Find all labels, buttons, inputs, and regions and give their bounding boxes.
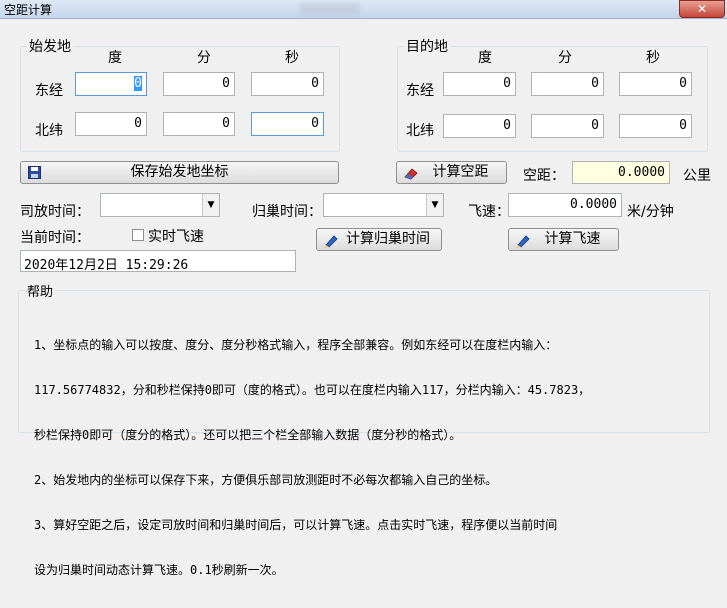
dest-lat-label: 北纬 [406, 123, 434, 139]
release-time-combo[interactable]: ▼ [100, 193, 220, 217]
help-title: 帮助 [27, 285, 54, 300]
calc-return-time-label: 计算归巢时间 [346, 231, 430, 247]
help-line: 1、坐标点的输入可以按度、度分、度分秒格式输入，程序全部兼容。例如东经可以在度栏… [34, 338, 558, 352]
origin-lon-sec-input[interactable]: 0 [251, 72, 324, 96]
dest-lat-min-input[interactable]: 0 [531, 114, 604, 138]
distance-unit: 公里 [683, 168, 711, 184]
calc-distance-label: 计算空距 [432, 164, 489, 180]
help-line: 117.56774832，分和秒栏保持0即可（度的格式）。也可以在度栏内输入11… [34, 383, 591, 397]
window-title: 空距计算 [4, 3, 53, 17]
calc-return-time-button[interactable]: 计算归巢时间 [316, 228, 442, 251]
help-line: 3、算好空距之后，设定司放时间和归巢时间后，可以计算飞速。点击实时飞速，程序便以… [34, 518, 558, 532]
origin-lon-min-input[interactable]: 0 [163, 72, 235, 96]
dest-min-header: 分 [558, 50, 572, 66]
current-time-label: 当前时间： [20, 230, 90, 246]
dest-lat-deg-input[interactable]: 0 [443, 114, 516, 138]
origin-lon-label: 东经 [35, 83, 63, 99]
speed-output: 0.0000 [508, 193, 622, 217]
dest-sec-header: 秒 [646, 50, 660, 66]
origin-lat-min-input[interactable]: 0 [163, 112, 235, 136]
destination-group-title: 目的地 [406, 39, 448, 55]
pencil-icon [516, 235, 530, 248]
dest-deg-header: 度 [478, 50, 492, 66]
realtime-speed-label[interactable]: 实时飞速 [148, 226, 204, 246]
origin-lat-label: 北纬 [35, 123, 63, 139]
blurred-background-text [300, 3, 360, 15]
chevron-down-icon[interactable]: ▼ [426, 194, 443, 216]
current-time-display: 2020年12月2日 15:29:26 [20, 250, 296, 272]
pencil-icon [324, 235, 338, 248]
calc-speed-button[interactable]: 计算飞速 [508, 228, 619, 251]
save-origin-label: 保存始发地坐标 [130, 164, 229, 180]
dest-lon-min-input[interactable]: 0 [531, 72, 604, 96]
close-button[interactable]: ✕ [679, 0, 725, 18]
dest-lon-label: 东经 [406, 83, 434, 99]
release-time-label: 司放时间： [20, 204, 90, 220]
distance-label: 空距： [523, 168, 565, 184]
calc-distance-button[interactable]: 计算空距 [396, 161, 507, 184]
origin-deg-header: 度 [108, 50, 122, 66]
save-icon [28, 166, 41, 179]
return-time-label: 归巢时间： [252, 204, 322, 220]
title-bar: 空距计算 ✕ [0, 0, 727, 19]
help-line: 设为归巢时间动态计算飞速。0.1秒刷新一次。 [34, 563, 284, 577]
chevron-down-icon[interactable]: ▼ [202, 194, 219, 216]
origin-lat-sec-input[interactable]: 0 [251, 112, 324, 136]
speed-label: 飞速： [468, 204, 510, 220]
origin-lon-deg-input[interactable]: 0 [75, 72, 147, 96]
speed-unit: 米/分钟 [627, 204, 674, 220]
save-origin-button[interactable]: 保存始发地坐标 [20, 161, 339, 184]
help-line: 秒栏保持0即可（度分的格式）。还可以把三个栏全部输入数据（度分秒的格式）。 [34, 428, 462, 442]
realtime-speed-checkbox[interactable] [132, 229, 144, 241]
distance-output: 0.0000 [572, 161, 670, 184]
dest-lon-deg-input[interactable]: 0 [443, 72, 516, 96]
calc-speed-label: 计算飞速 [544, 231, 601, 247]
help-text: 1、坐标点的输入可以按度、度分、度分秒格式输入，程序全部兼容。例如东经可以在度栏… [34, 308, 590, 608]
client-area: 始发地 度 分 秒 东经 0 0 0 北纬 0 0 0 目的地 度 分 秒 东经… [0, 19, 727, 577]
origin-min-header: 分 [197, 50, 211, 66]
return-time-combo[interactable]: ▼ [323, 193, 444, 217]
origin-sec-header: 秒 [285, 50, 299, 66]
origin-lat-deg-input[interactable]: 0 [75, 112, 147, 136]
dest-lat-sec-input[interactable]: 0 [619, 114, 692, 138]
origin-group-title: 始发地 [29, 39, 71, 55]
dest-lon-sec-input[interactable]: 0 [619, 72, 692, 96]
eraser-icon [404, 168, 418, 180]
help-line: 2、始发地内的坐标可以保存下来，方便俱乐部司放测距时不必每次都输入自己的坐标。 [34, 473, 498, 487]
